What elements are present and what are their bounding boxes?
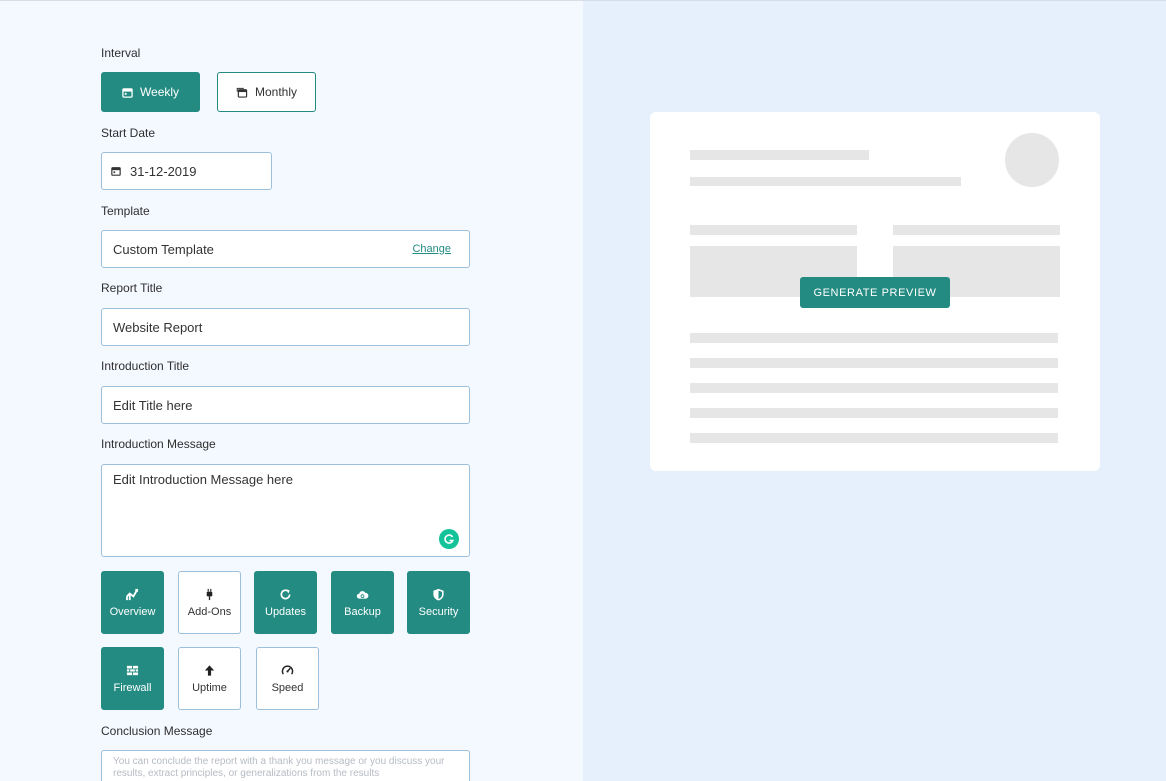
section-addons-tile[interactable]: Add-Ons — [178, 571, 241, 634]
grammarly-button[interactable] — [439, 529, 459, 549]
cloud-backup-icon — [356, 590, 369, 599]
skeleton-avatar — [1005, 133, 1059, 187]
generate-preview-button[interactable]: GENERATE PREVIEW — [800, 277, 950, 308]
intro-message-value: Edit Introduction Message here — [113, 472, 293, 487]
section-speed-label: Speed — [271, 681, 304, 694]
section-overview-label: Overview — [109, 605, 156, 618]
intro-message-label: Introduction Message — [101, 437, 216, 451]
interval-label: Interval — [101, 46, 141, 60]
template-value: Custom Template — [113, 241, 214, 257]
template-label: Template — [101, 204, 150, 218]
weekly-label: Weekly — [139, 85, 180, 99]
skeleton-line — [690, 383, 1058, 393]
section-uptime-tile[interactable]: Uptime — [178, 647, 241, 710]
section-overview-tile[interactable]: Overview — [101, 571, 164, 634]
section-updates-tile[interactable]: Updates — [254, 571, 317, 634]
intro-message-textarea[interactable]: Edit Introduction Message here — [101, 464, 470, 557]
skeleton-line — [690, 150, 869, 160]
section-firewall-label: Firewall — [113, 681, 152, 694]
refresh-icon — [280, 588, 291, 599]
conclusion-textarea[interactable]: You can conclude the report with a thank… — [101, 750, 470, 781]
section-firewall-tile[interactable]: Firewall — [101, 647, 164, 710]
report-title-value: Website Report — [113, 319, 203, 335]
skeleton-line — [690, 408, 1058, 418]
section-speed-tile[interactable]: Speed — [256, 647, 319, 710]
section-uptime-label: Uptime — [192, 681, 227, 694]
skeleton-line — [690, 177, 961, 186]
start-date-input[interactable]: 31-12-2019 — [101, 152, 272, 190]
conclusion-placeholder: You can conclude the report with a thank… — [113, 756, 445, 779]
intro-title-label: Introduction Title — [101, 359, 190, 373]
start-date-value: 31-12-2019 — [130, 163, 197, 179]
section-addons-label: Add-Ons — [187, 605, 232, 618]
change-template-link[interactable]: Change — [412, 243, 451, 255]
skeleton-line — [690, 358, 1058, 368]
conclusion-label: Conclusion Message — [101, 724, 213, 738]
brick-wall-icon — [126, 665, 139, 675]
intro-title-input[interactable]: Edit Title here — [101, 386, 470, 424]
skeleton-line — [690, 225, 857, 235]
intro-title-value: Edit Title here — [113, 397, 193, 413]
grammarly-icon — [444, 534, 454, 544]
plug-icon — [206, 588, 213, 600]
section-backup-tile[interactable]: Backup — [331, 571, 394, 634]
section-security-label: Security — [418, 605, 459, 618]
monthly-label: Monthly — [254, 85, 298, 99]
calendar-range-icon — [236, 87, 248, 98]
overview-icon — [126, 588, 139, 600]
skeleton-line — [690, 433, 1058, 443]
skeleton-line — [893, 225, 1060, 235]
report-title-input[interactable]: Website Report — [101, 308, 470, 346]
report-title-label: Report Title — [101, 281, 163, 295]
section-security-tile[interactable]: Security — [407, 571, 470, 634]
calendar-icon — [122, 87, 133, 98]
start-date-label: Start Date — [101, 126, 156, 140]
monthly-button[interactable]: Monthly — [217, 72, 316, 112]
speedometer-icon — [281, 664, 294, 675]
calendar-icon — [111, 167, 121, 176]
section-backup-label: Backup — [344, 605, 381, 618]
skeleton-line — [690, 333, 1058, 343]
template-field: Custom Template Change — [101, 230, 470, 268]
section-updates-label: Updates — [265, 605, 306, 618]
weekly-button[interactable]: Weekly — [101, 72, 200, 112]
shield-icon — [433, 588, 444, 601]
arrow-up-icon — [204, 664, 215, 676]
